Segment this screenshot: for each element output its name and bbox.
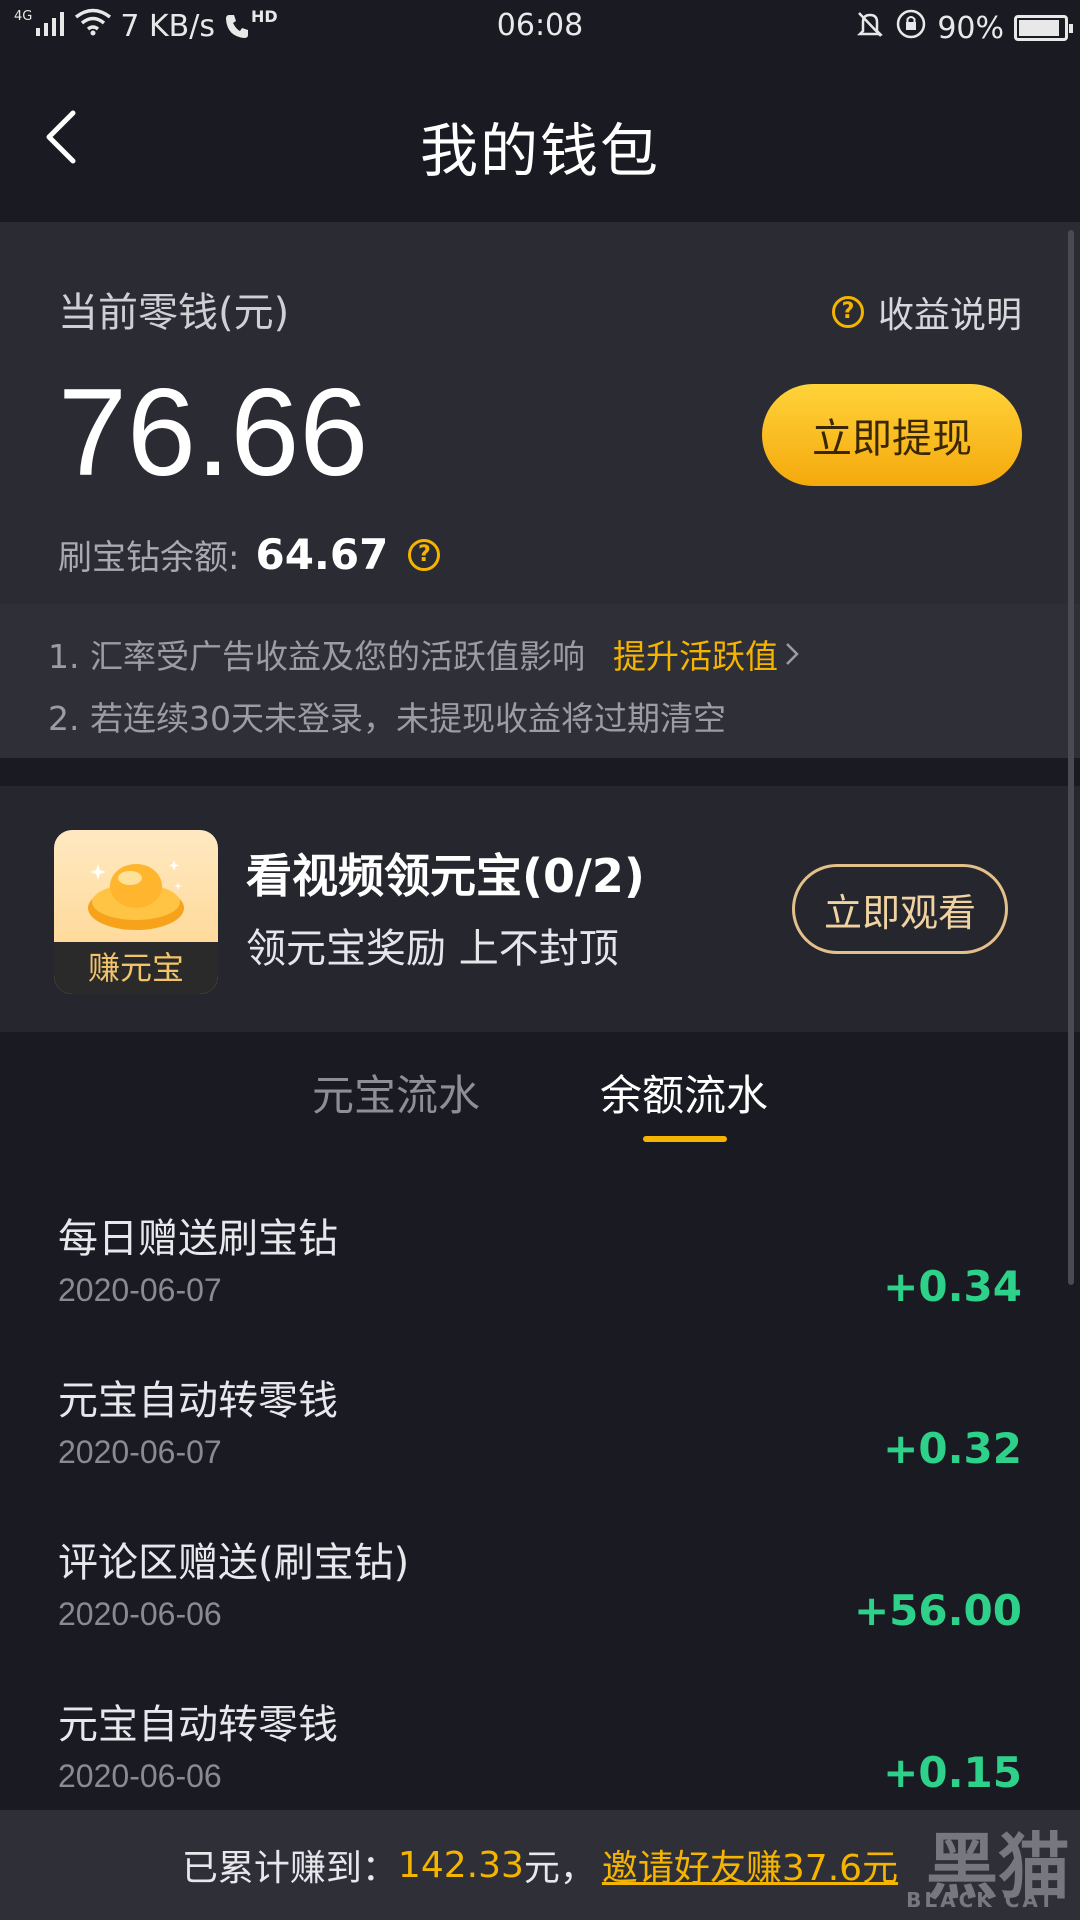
scrollbar[interactable] [1068, 230, 1074, 1285]
nav-bar: 我的钱包 [0, 56, 1080, 222]
active-tab-indicator [643, 1136, 727, 1142]
flow-tabs: 元宝流水 余额流水 [0, 1032, 1080, 1152]
boost-activity-label: 提升活跃值 [612, 637, 778, 676]
note-exchange-rate-text: 1. 汇率受广告收益及您的活跃值影响 [48, 637, 585, 676]
record-date: 2020-06-07 [58, 1272, 222, 1308]
diamond-balance-row: 刷宝钻余额: 64.67 ? [58, 530, 441, 579]
footer-prefix: 已累计赚到： [181, 1848, 398, 1889]
record-title: 元宝自动转零钱 [58, 1702, 338, 1748]
video-task-card: 赚元宝 看视频领元宝(0/2) 领元宝奖励 上不封顶 立即观看 [0, 786, 1080, 1032]
watch-now-button[interactable]: 立即观看 [792, 864, 1008, 954]
tab-yuanbao-flow[interactable]: 元宝流水 [312, 1062, 480, 1123]
status-right: 90% [855, 8, 1073, 48]
task-title: 看视频领元宝(0/2) [246, 849, 645, 903]
record-amount: +0.34 [883, 1262, 1022, 1311]
rotation-lock-icon [895, 8, 927, 48]
battery-percent: 90% [937, 10, 1004, 46]
balance-amount: 76.66 [58, 364, 369, 502]
diamond-balance-label: 刷宝钻余额: [58, 538, 240, 578]
notes-panel: 1. 汇率受广告收益及您的活跃值影响 提升活跃值 2. 若连续30天未登录，未提… [0, 604, 1080, 758]
record-title: 评论区赠送(刷宝钻) [58, 1540, 410, 1586]
note-exchange-rate: 1. 汇率受广告收益及您的活跃值影响 提升活跃值 [48, 630, 800, 678]
help-icon: ? [831, 296, 864, 328]
tab-balance-flow[interactable]: 余额流水 [600, 1062, 768, 1123]
status-bar: 4G 7 KB/s HD 06:08 90% [0, 0, 1080, 56]
record-date: 2020-06-06 [58, 1758, 222, 1794]
balance-label: 当前零钱(元) [58, 290, 290, 336]
record-amount: +0.32 [883, 1424, 1022, 1473]
diamond-help-icon[interactable]: ? [408, 538, 441, 571]
record-amount: +56.00 [853, 1586, 1022, 1635]
battery-icon [1014, 15, 1073, 41]
watermark-subtext: BLACK CAT [906, 1888, 1056, 1912]
diamond-balance-value: 64.67 [255, 530, 389, 579]
watermark-logo: 黑猫 BLACK CAT [820, 1800, 1070, 1920]
record-title: 每日赠送刷宝钻 [58, 1216, 338, 1262]
record-date: 2020-06-07 [58, 1434, 222, 1470]
boost-activity-link[interactable]: 提升活跃值 [613, 630, 800, 678]
chevron-right-icon [786, 643, 799, 665]
list-item: 元宝自动转零钱 2020-06-07 +0.32 [0, 1344, 1080, 1506]
record-amount: +0.15 [883, 1748, 1022, 1797]
income-explanation-link[interactable]: ? 收益说明 [831, 286, 1022, 338]
footer-total-amount: 142.33 [397, 1844, 524, 1886]
ingot-graphic [88, 860, 184, 930]
task-subtitle: 领元宝奖励 上不封顶 [246, 926, 619, 972]
record-date: 2020-06-06 [58, 1596, 222, 1632]
footer-suffix: 元， [523, 1848, 596, 1889]
gold-ingot-icon: 赚元宝 [54, 830, 218, 994]
record-title: 元宝自动转零钱 [58, 1378, 338, 1424]
mute-bell-icon [855, 9, 885, 47]
wallet-card: 当前零钱(元) ? 收益说明 76.66 立即提现 刷宝钻余额: 64.67 ? [0, 222, 1080, 604]
task-icon-label: 赚元宝 [54, 942, 218, 994]
note-expiry: 2. 若连续30天未登录，未提现收益将过期清空 [48, 699, 726, 738]
page-title: 我的钱包 [419, 117, 660, 185]
records-list: 每日赠送刷宝钻 2020-06-07 +0.34 元宝自动转零钱 2020-06… [0, 1182, 1080, 1830]
list-item: 每日赠送刷宝钻 2020-06-07 +0.34 [0, 1182, 1080, 1344]
withdraw-button[interactable]: 立即提现 [762, 384, 1022, 486]
list-item: 评论区赠送(刷宝钻) 2020-06-06 +56.00 [0, 1506, 1080, 1668]
income-explanation-label: 收益说明 [877, 295, 1022, 336]
battery-fill [1019, 20, 1059, 36]
